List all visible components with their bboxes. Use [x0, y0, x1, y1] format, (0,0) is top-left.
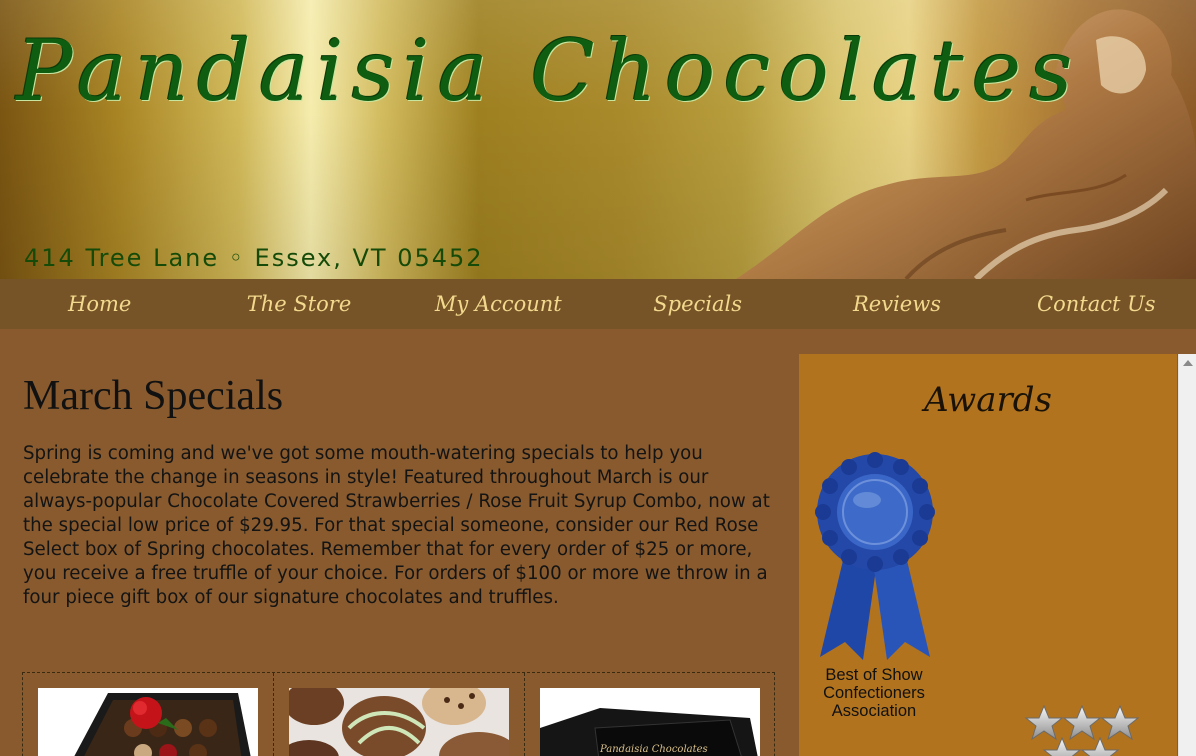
- header-banner: Pandaisia Chocolates 414 Tree Lane ◦ Ess…: [0, 0, 1196, 279]
- scrollbar[interactable]: [1178, 354, 1196, 756]
- nav-specials[interactable]: Specials: [598, 292, 797, 316]
- site-logo-text[interactable]: Pandaisia Chocolates: [16, 22, 1080, 120]
- product-grid: Pandaisia Chocolates: [22, 672, 775, 756]
- gift-box-text: Pandaisia Chocolates: [599, 744, 708, 755]
- product-card[interactable]: Pandaisia Chocolates: [525, 673, 775, 756]
- nav-contact-us[interactable]: Contact Us: [997, 292, 1196, 316]
- star-rating-icon: [1024, 704, 1140, 756]
- scroll-up-arrow-icon[interactable]: [1183, 360, 1193, 366]
- page-title: March Specials: [23, 373, 284, 419]
- main-navigation: Home The Store My Account Specials Revie…: [0, 279, 1196, 329]
- chocolate-box-rose-image[interactable]: [38, 688, 258, 756]
- awards-title: Awards: [924, 380, 1052, 420]
- blue-ribbon-icon: [815, 452, 935, 660]
- specials-intro-text: Spring is coming and we've got some mout…: [23, 443, 770, 608]
- product-card[interactable]: [23, 673, 274, 756]
- nav-my-account[interactable]: My Account: [399, 292, 598, 316]
- truffles-image[interactable]: [289, 688, 509, 756]
- black-gift-box-image[interactable]: Pandaisia Chocolates: [540, 688, 760, 756]
- awards-sidebar: Awards Best of Show Confectioners Associ…: [799, 354, 1177, 756]
- store-address: 414 Tree Lane ◦ Essex, VT 05452: [24, 244, 484, 272]
- nav-the-store[interactable]: The Store: [199, 292, 398, 316]
- main-content: March Specials Spring is coming and we'v…: [23, 372, 783, 610]
- nav-home[interactable]: Home: [0, 292, 199, 316]
- product-card[interactable]: [274, 673, 525, 756]
- award-caption: Best of Show Confectioners Association: [823, 666, 925, 720]
- nav-reviews[interactable]: Reviews: [797, 292, 996, 316]
